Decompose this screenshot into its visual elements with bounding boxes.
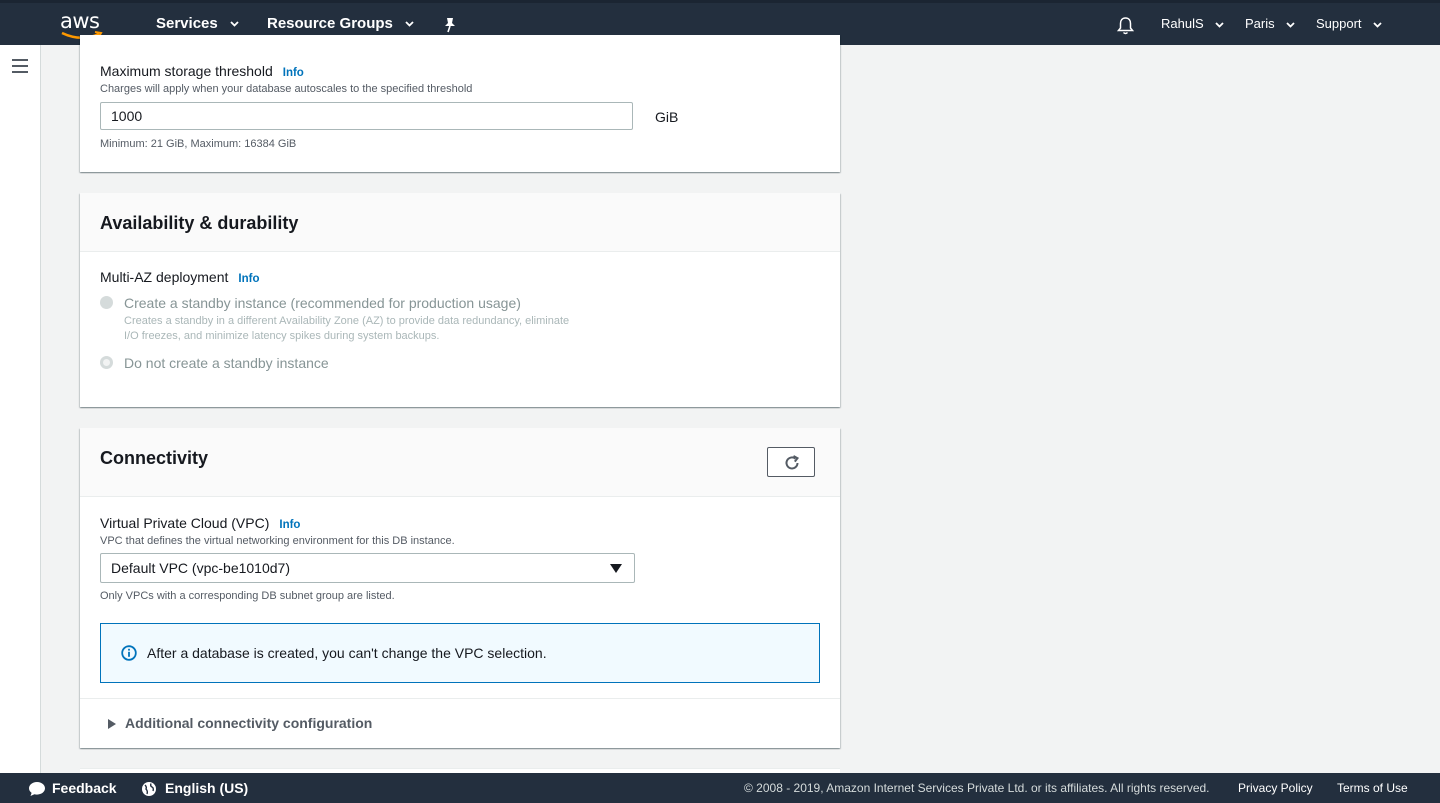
no-standby-instance-radio[interactable] (100, 356, 113, 369)
availability-durability-panel: Availability & durability Multi-AZ deplo… (80, 193, 840, 407)
chevron-down-icon (1215, 21, 1224, 28)
storage-constraint-text: Minimum: 21 GiB, Maximum: 16384 GiB (100, 138, 297, 150)
vpc-note: Only VPCs with a corresponding DB subnet… (100, 590, 395, 602)
connectivity-panel-title: Connectivity (100, 448, 209, 468)
left-navigation-rail (0, 45, 41, 773)
caret-right-icon (108, 719, 116, 729)
pin-icon[interactable] (443, 17, 457, 33)
region-name: Paris (1245, 16, 1275, 31)
max-storage-threshold-input[interactable] (100, 102, 633, 130)
chevron-down-icon (405, 21, 414, 27)
connectivity-panel-header: Connectivity (80, 428, 840, 497)
feedback-label: Feedback (52, 780, 117, 796)
standby-instance-description-line2: I/O freezes, and minimize latency spikes… (124, 330, 440, 342)
speech-bubble-icon (29, 782, 45, 797)
availability-panel-title: Availability & durability (100, 213, 299, 233)
refresh-button[interactable] (767, 447, 815, 477)
info-link[interactable]: Info (283, 67, 304, 79)
user-name: RahulS (1161, 16, 1204, 31)
additional-connectivity-label: Additional connectivity configuration (125, 715, 373, 731)
chevron-down-icon (230, 21, 239, 27)
language-label: English (US) (165, 780, 249, 796)
info-link[interactable]: Info (279, 519, 300, 531)
resource-groups-label: Resource Groups (267, 15, 393, 32)
info-circle-icon (121, 645, 137, 661)
max-storage-threshold-label: Maximum storage threshold Info (100, 63, 304, 79)
connectivity-panel: Connectivity Virtual Private Cloud (VPC)… (80, 428, 840, 748)
standby-instance-radio[interactable] (100, 296, 113, 309)
terms-of-use-link[interactable]: Terms of Use (1337, 773, 1408, 803)
hamburger-menu-icon[interactable] (12, 59, 28, 77)
standby-instance-description-line1: Creates a standby in a different Availab… (124, 315, 570, 327)
availability-panel-header: Availability & durability (80, 193, 840, 252)
caret-down-icon (610, 564, 622, 573)
bell-icon[interactable] (1117, 16, 1134, 35)
vpc-alert-text: After a database is created, you can't c… (147, 645, 547, 661)
vpc-selected-value: Default VPC (vpc-be1010d7) (111, 560, 290, 576)
region-menu[interactable]: Paris (1245, 3, 1295, 45)
support-menu[interactable]: Support (1316, 3, 1382, 45)
storage-autoscaling-panel: Maximum storage threshold Info Charges wi… (80, 35, 840, 172)
user-menu[interactable]: RahulS (1161, 3, 1224, 45)
vpc-description: VPC that defines the virtual networking … (100, 535, 455, 547)
feedback-button[interactable]: Feedback (28, 773, 117, 803)
no-standby-instance-label[interactable]: Do not create a standby instance (124, 355, 329, 371)
standby-instance-label[interactable]: Create a standby instance (recommended f… (124, 295, 521, 311)
aws-logo-text: aws (60, 9, 100, 33)
additional-connectivity-expander[interactable]: Additional connectivity configuration (80, 698, 840, 749)
language-selector[interactable]: English (US) (141, 773, 248, 803)
services-label: Services (156, 15, 218, 32)
refresh-icon (785, 455, 800, 470)
vpc-select[interactable]: Default VPC (vpc-be1010d7) (100, 553, 635, 583)
console-footer: Feedback English (US) © 2008 - 2019, Ama… (0, 773, 1440, 803)
storage-unit-label: GiB (655, 109, 679, 125)
chevron-down-icon (1373, 21, 1382, 28)
multi-az-label: Multi-AZ deployment Info (100, 269, 260, 285)
privacy-policy-link[interactable]: Privacy Policy (1238, 773, 1313, 803)
copyright-text: © 2008 - 2019, Amazon Internet Services … (744, 781, 1210, 795)
max-storage-threshold-description: Charges will apply when your database au… (100, 83, 473, 95)
vpc-label: Virtual Private Cloud (VPC) Info (100, 515, 301, 531)
globe-icon (142, 782, 156, 797)
support-label: Support (1316, 16, 1362, 31)
info-link[interactable]: Info (238, 273, 259, 285)
chevron-down-icon (1286, 21, 1295, 28)
vpc-info-alert: After a database is created, you can't c… (100, 623, 820, 683)
